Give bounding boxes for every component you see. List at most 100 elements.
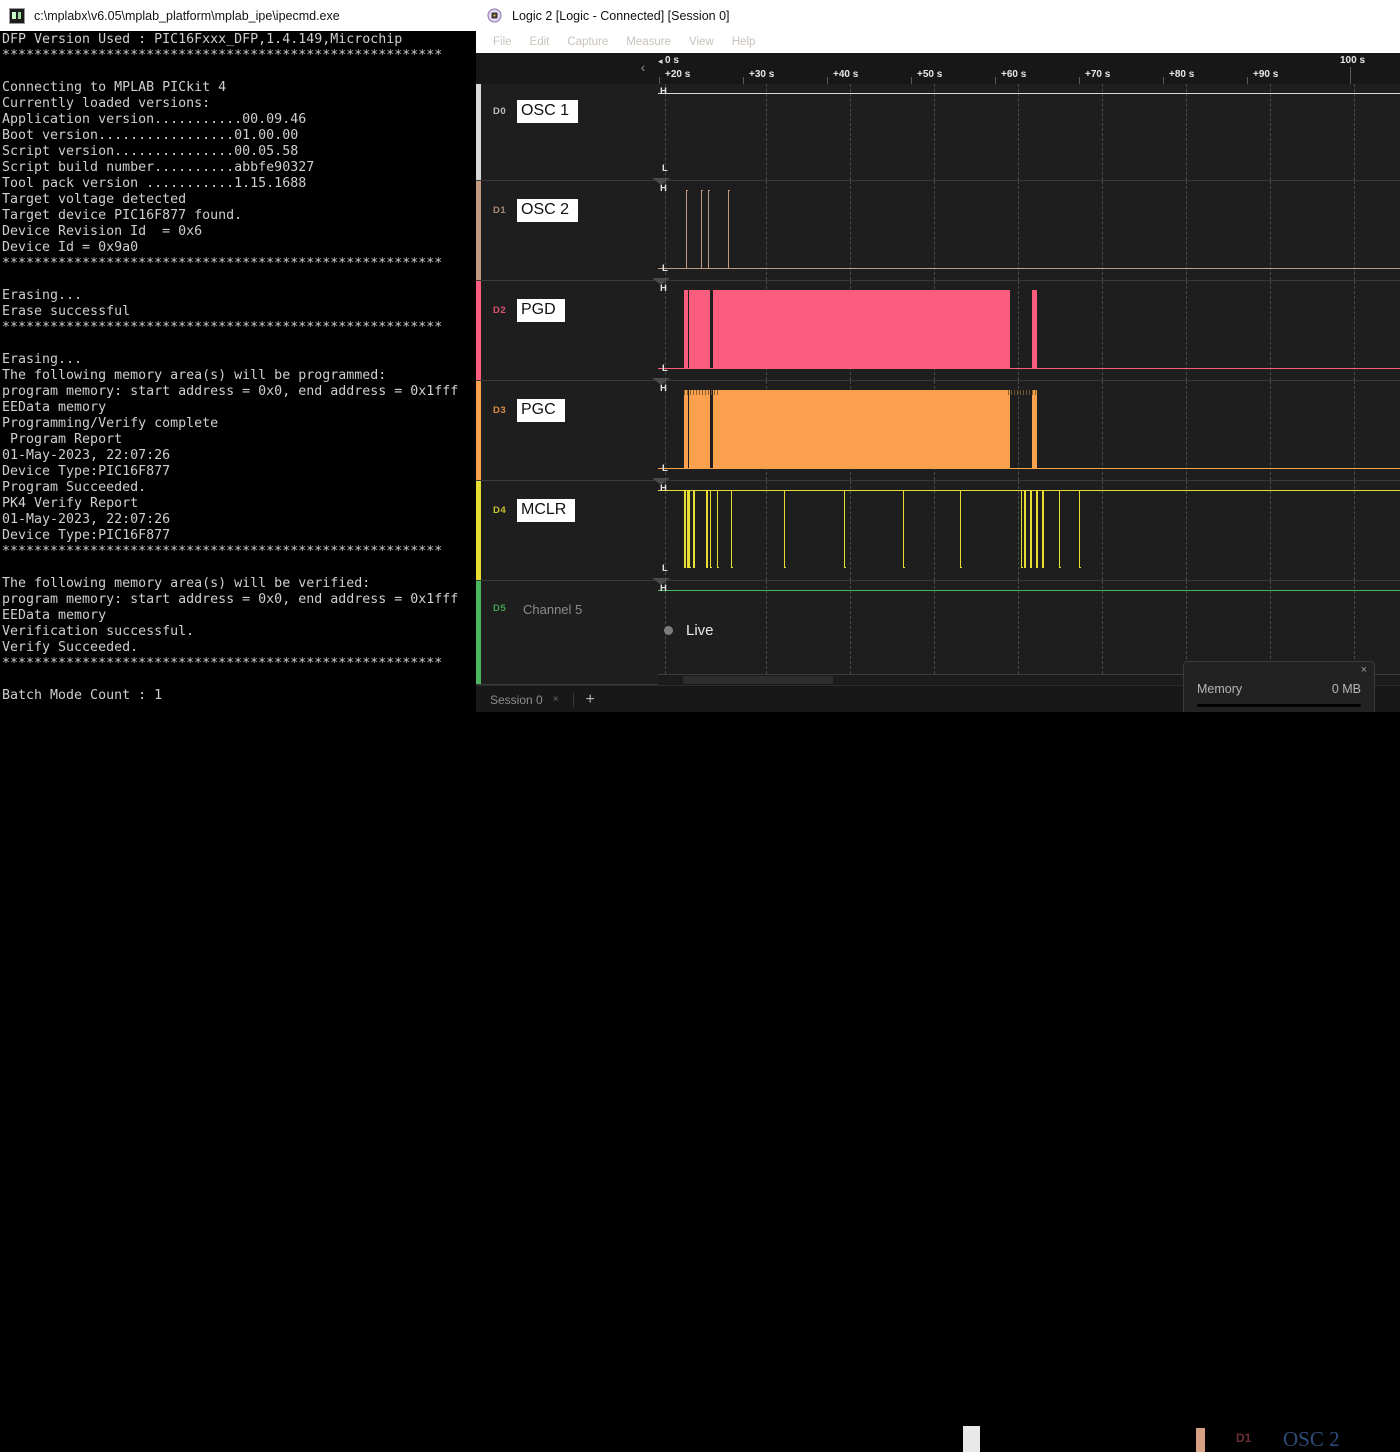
timeline-ruler[interactable]: ‹ ◂0 s+20 s+30 s+40 s+50 s+60 s+70 s+80 … xyxy=(476,53,1400,85)
waveform-gridline xyxy=(1270,281,1272,380)
waveform-low-pulse-cap xyxy=(689,567,691,568)
waveform-clock-hash xyxy=(702,390,703,395)
waveform-low-pulse xyxy=(1030,490,1032,568)
channels-pane: D0OSC 1HLD1OSC 2HLD2PGDHLD3PGCHLD4MCLRHL… xyxy=(476,84,1400,685)
waveform-gridline xyxy=(766,481,768,580)
ruler-tick-90s: +90 s xyxy=(1253,69,1278,80)
waveform-clock-hash xyxy=(699,390,700,395)
waveform-low-pulse xyxy=(684,490,686,568)
waveform-gridline xyxy=(766,581,768,684)
session-tab[interactable]: Session 0 × xyxy=(490,693,559,707)
screen-root: c:\mplabx\v6.05\mplab_platform\mplab_ipe… xyxy=(0,0,1400,740)
waveform-low-pulse-cap xyxy=(1021,567,1023,568)
menu-file[interactable]: File xyxy=(484,36,521,48)
waveform-low-pulse xyxy=(1042,490,1044,568)
waveform-low-pulse-cap xyxy=(960,567,962,568)
channel-waveform-d3[interactable]: HL xyxy=(658,381,1400,480)
waveform-gridline xyxy=(1354,181,1356,280)
channel-dnum-d0: D0 xyxy=(493,106,506,117)
waveform-low-pulse xyxy=(1021,490,1022,568)
waveform-low-pulse xyxy=(1059,490,1060,568)
live-status-dot xyxy=(664,626,673,635)
ruler-tick-60s: +60 s xyxy=(1001,69,1026,80)
menu-view[interactable]: View xyxy=(680,36,723,48)
channel-name-d0[interactable]: OSC 1 xyxy=(517,100,578,123)
waveform-gridline xyxy=(1354,381,1356,480)
channel-name-d1[interactable]: OSC 2 xyxy=(517,199,578,222)
waveform-active-block xyxy=(713,390,1010,468)
channel-label-zone: D5Channel 5 xyxy=(481,581,658,684)
waveform-gridline xyxy=(1102,381,1104,480)
channel-name-d3[interactable]: PGC xyxy=(517,399,565,422)
waveform-clock-hash xyxy=(711,390,712,395)
channel-row-d1[interactable]: D1 OSC 2 HL xyxy=(476,181,1400,281)
ruler-tick-0s: 0 s xyxy=(665,55,679,66)
menu-measure[interactable]: Measure xyxy=(617,36,680,48)
menu-help[interactable]: Help xyxy=(723,36,765,48)
ruler-tick-40s: +40 s xyxy=(833,69,858,80)
waveform-gridline xyxy=(1186,281,1188,380)
channel-row-d4[interactable]: D4 MCLR HL xyxy=(476,481,1400,581)
waveform-gridline xyxy=(850,181,852,280)
waveform-gridline xyxy=(1102,84,1104,180)
waveform-high-rail xyxy=(658,490,1400,491)
channel-waveform-d4[interactable]: HL xyxy=(658,481,1400,580)
waveform-pulse xyxy=(728,190,729,268)
channel-waveform-d1[interactable]: HL xyxy=(658,181,1400,280)
waveform-pulse-cap xyxy=(728,190,730,191)
console-titlebar[interactable]: c:\mplabx\v6.05\mplab_platform\mplab_ipe… xyxy=(0,0,476,32)
channel-row-d0[interactable]: D0 OSC 1 HL xyxy=(476,84,1400,181)
channel-waveform-d0[interactable]: HL xyxy=(658,84,1400,180)
cmd-prompt-icon xyxy=(9,8,25,24)
memory-close-icon[interactable]: × xyxy=(1361,664,1367,676)
waveform-gridline xyxy=(1270,381,1272,480)
ruler-tick-line xyxy=(1247,77,1248,84)
logic-window-title: Logic 2 [Logic - Connected] [Session 0] xyxy=(512,9,730,23)
ruler-tick-line xyxy=(1350,67,1351,84)
channel-dnum-d1: D1 xyxy=(493,205,506,216)
background-channel-colorbar xyxy=(1196,1428,1205,1452)
waveform-gridline xyxy=(1102,581,1104,684)
waveform-clock-hash xyxy=(696,390,697,395)
waveform-gridline xyxy=(1270,481,1272,580)
add-session-button[interactable]: + xyxy=(586,692,595,708)
waveform-clock-hash xyxy=(1023,390,1024,395)
channel-name-d2[interactable]: PGD xyxy=(517,299,565,322)
ruler-tick-line xyxy=(1163,77,1164,84)
waveform-low-pulse xyxy=(784,490,785,568)
ruler-tick-100s: 100 s xyxy=(1340,55,1365,66)
waveform-clock-hash xyxy=(1035,390,1036,395)
channel-dnum-d4: D4 xyxy=(493,505,506,516)
channel-row-d3[interactable]: D3PGCHL xyxy=(476,381,1400,481)
waveform-gridline xyxy=(1018,181,1020,280)
background-channel-name: OSC 2 xyxy=(1283,1427,1340,1452)
channel-name-d5[interactable]: Channel 5 xyxy=(517,599,591,622)
waveform-active-block xyxy=(713,290,1010,368)
ruler-tick-20s: +20 s xyxy=(665,69,690,80)
waveform-low-pulse xyxy=(689,490,690,568)
session-tab-close-icon[interactable]: × xyxy=(553,694,559,705)
waveform-low-rail xyxy=(658,268,1400,269)
menu-edit[interactable]: Edit xyxy=(521,36,559,48)
menu-capture[interactable]: Capture xyxy=(558,36,617,48)
logic-titlebar[interactable]: Logic 2 [Logic - Connected] [Session 0] xyxy=(476,0,1400,31)
waveform-low-pulse xyxy=(960,490,961,568)
ruler-collapse-icon[interactable]: ‹ xyxy=(636,58,650,76)
waveform-high-rail xyxy=(658,93,1400,94)
channel-row-d2[interactable]: D2PGDHL xyxy=(476,281,1400,381)
waveform-low-pulse xyxy=(903,490,904,568)
waveform-low-pulse-cap xyxy=(710,567,712,568)
waveform-low-pulse-cap xyxy=(903,567,905,568)
waveform-pulse xyxy=(701,190,702,268)
channel-name-d4[interactable]: MCLR xyxy=(517,499,575,522)
waveform-active-block xyxy=(689,390,710,468)
waveform-clock-hash xyxy=(705,390,706,395)
waveform-gridline xyxy=(1102,281,1104,380)
live-indicator[interactable]: Live xyxy=(664,622,714,639)
channel-waveform-d2[interactable]: HL xyxy=(658,281,1400,380)
horizontal-scrollbar-thumb[interactable] xyxy=(683,676,833,684)
waveform-low-pulse xyxy=(1079,490,1080,568)
waveform-low-pulse xyxy=(687,490,689,568)
logic-app-icon xyxy=(487,8,502,23)
waveform-low-pulse xyxy=(1036,490,1038,568)
